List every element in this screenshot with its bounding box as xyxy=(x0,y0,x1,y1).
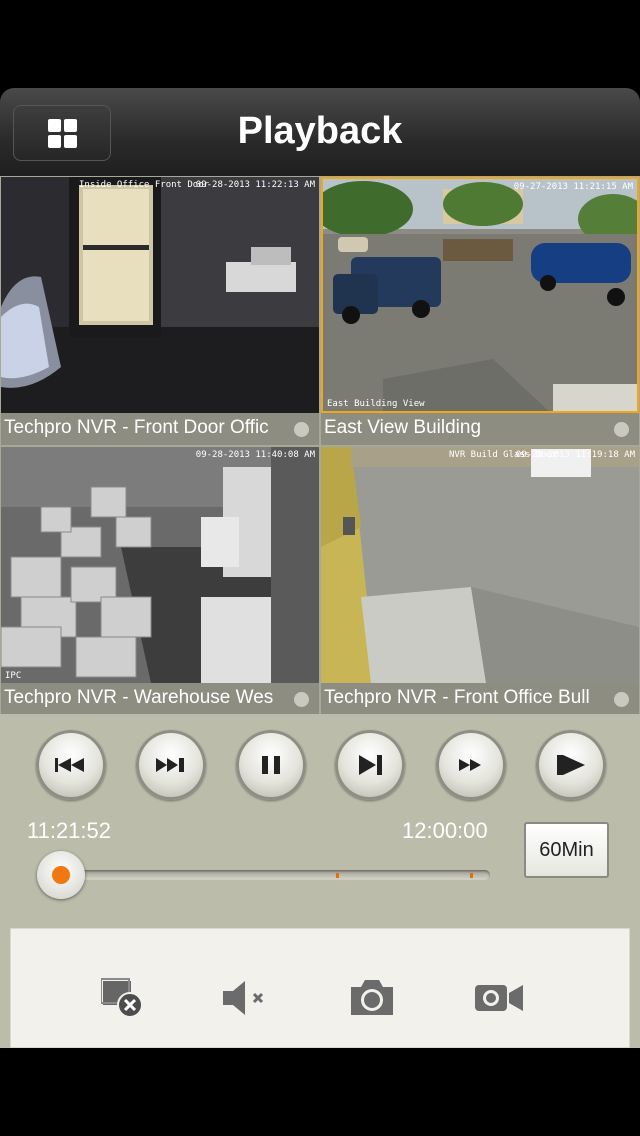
end-time: 12:00:00 xyxy=(402,818,488,843)
camera-tile[interactable]: East Building View 09-27-2013 11:21:15 A… xyxy=(321,177,639,445)
camera-tile[interactable]: Inside Office Front Door 09-28-2013 11:2… xyxy=(1,177,319,445)
event-marker xyxy=(470,873,473,878)
osd-timestamp: 09-28-2013 11:40:08 AM xyxy=(195,450,315,460)
camera-tile[interactable]: NVR Build Glass Door 09-28-2013 11:19:18… xyxy=(321,447,639,715)
timeline-handle[interactable] xyxy=(37,851,85,899)
start-time: 11:21:52 xyxy=(27,818,112,843)
timeline-slider[interactable] xyxy=(60,870,490,880)
skip-back-icon xyxy=(55,758,84,772)
status-dot-icon xyxy=(294,422,309,437)
time-range-button[interactable]: 60Min xyxy=(524,822,609,878)
fast-forward-double-icon xyxy=(156,758,184,772)
play-icon xyxy=(557,755,585,775)
osd-timestamp: 09-27-2013 11:21:15 AM xyxy=(513,182,633,192)
step-forward-button[interactable] xyxy=(335,730,405,800)
snapshot-icon xyxy=(351,980,393,1015)
camera-tile[interactable]: IPC 09-28-2013 11:40:08 AM Techpro NVR -… xyxy=(1,447,319,715)
pause-button[interactable] xyxy=(236,730,306,800)
header: Playback xyxy=(0,88,640,176)
bottom-bar xyxy=(0,1048,640,1136)
page-title: Playback xyxy=(237,110,403,152)
fast-forward-double-button[interactable] xyxy=(136,730,206,800)
status-dot-icon xyxy=(614,692,629,707)
camera-label-bar: Techpro NVR - Front Door Offic xyxy=(1,413,319,445)
pause-icon xyxy=(262,756,280,774)
osd-camera-name: Inside Office Front Door xyxy=(79,180,210,190)
record-icon xyxy=(475,985,523,1011)
camera-grid: Inside Office Front Door 09-28-2013 11:2… xyxy=(0,176,640,715)
camera-feed[interactable]: NVR Build Glass Door 09-28-2013 11:19:18… xyxy=(321,447,639,683)
play-button[interactable] xyxy=(536,730,606,800)
osd-timestamp: 09-28-2013 11:19:18 AM xyxy=(515,450,635,460)
camera-label: Techpro NVR - Warehouse Wes xyxy=(4,687,274,708)
fast-forward-button[interactable] xyxy=(436,730,506,800)
close-channel-icon xyxy=(100,978,143,1018)
fast-forward-icon xyxy=(459,759,481,771)
camera-feed[interactable]: IPC 09-28-2013 11:40:08 AM xyxy=(1,447,319,683)
event-marker xyxy=(336,873,339,878)
step-forward-icon xyxy=(359,755,382,775)
status-dot-icon xyxy=(614,422,629,437)
camera-label: Techpro NVR - Front Door Offic xyxy=(4,417,269,438)
mute-icon xyxy=(223,981,264,1015)
tool-card xyxy=(10,928,630,1048)
camera-feed[interactable]: East Building View 09-27-2013 11:21:15 A… xyxy=(321,177,639,413)
camera-feed[interactable]: Inside Office Front Door 09-28-2013 11:2… xyxy=(1,177,319,413)
osd-camera-name: IPC xyxy=(5,671,22,681)
camera-label: Techpro NVR - Front Office Bull xyxy=(324,687,590,708)
tool-panel xyxy=(0,926,640,1048)
osd-camera-name: East Building View xyxy=(327,399,425,409)
close-channel-button[interactable] xyxy=(100,977,145,1024)
mute-button[interactable] xyxy=(221,977,271,1024)
status-dot-icon xyxy=(294,692,309,707)
osd-timestamp: 09-28-2013 11:22:13 AM xyxy=(195,180,315,190)
camera-label: East View Building xyxy=(324,417,482,438)
snapshot-button[interactable] xyxy=(349,977,395,1022)
playback-controls: 11:21:52 12:00:00 60Min xyxy=(0,714,640,926)
status-bar xyxy=(0,0,640,88)
skip-back-button[interactable] xyxy=(36,730,106,800)
record-button[interactable] xyxy=(473,977,525,1022)
camera-label-bar: Techpro NVR - Front Office Bull xyxy=(321,683,639,715)
camera-label-bar: East View Building xyxy=(321,413,639,445)
camera-label-bar: Techpro NVR - Warehouse Wes xyxy=(1,683,319,715)
